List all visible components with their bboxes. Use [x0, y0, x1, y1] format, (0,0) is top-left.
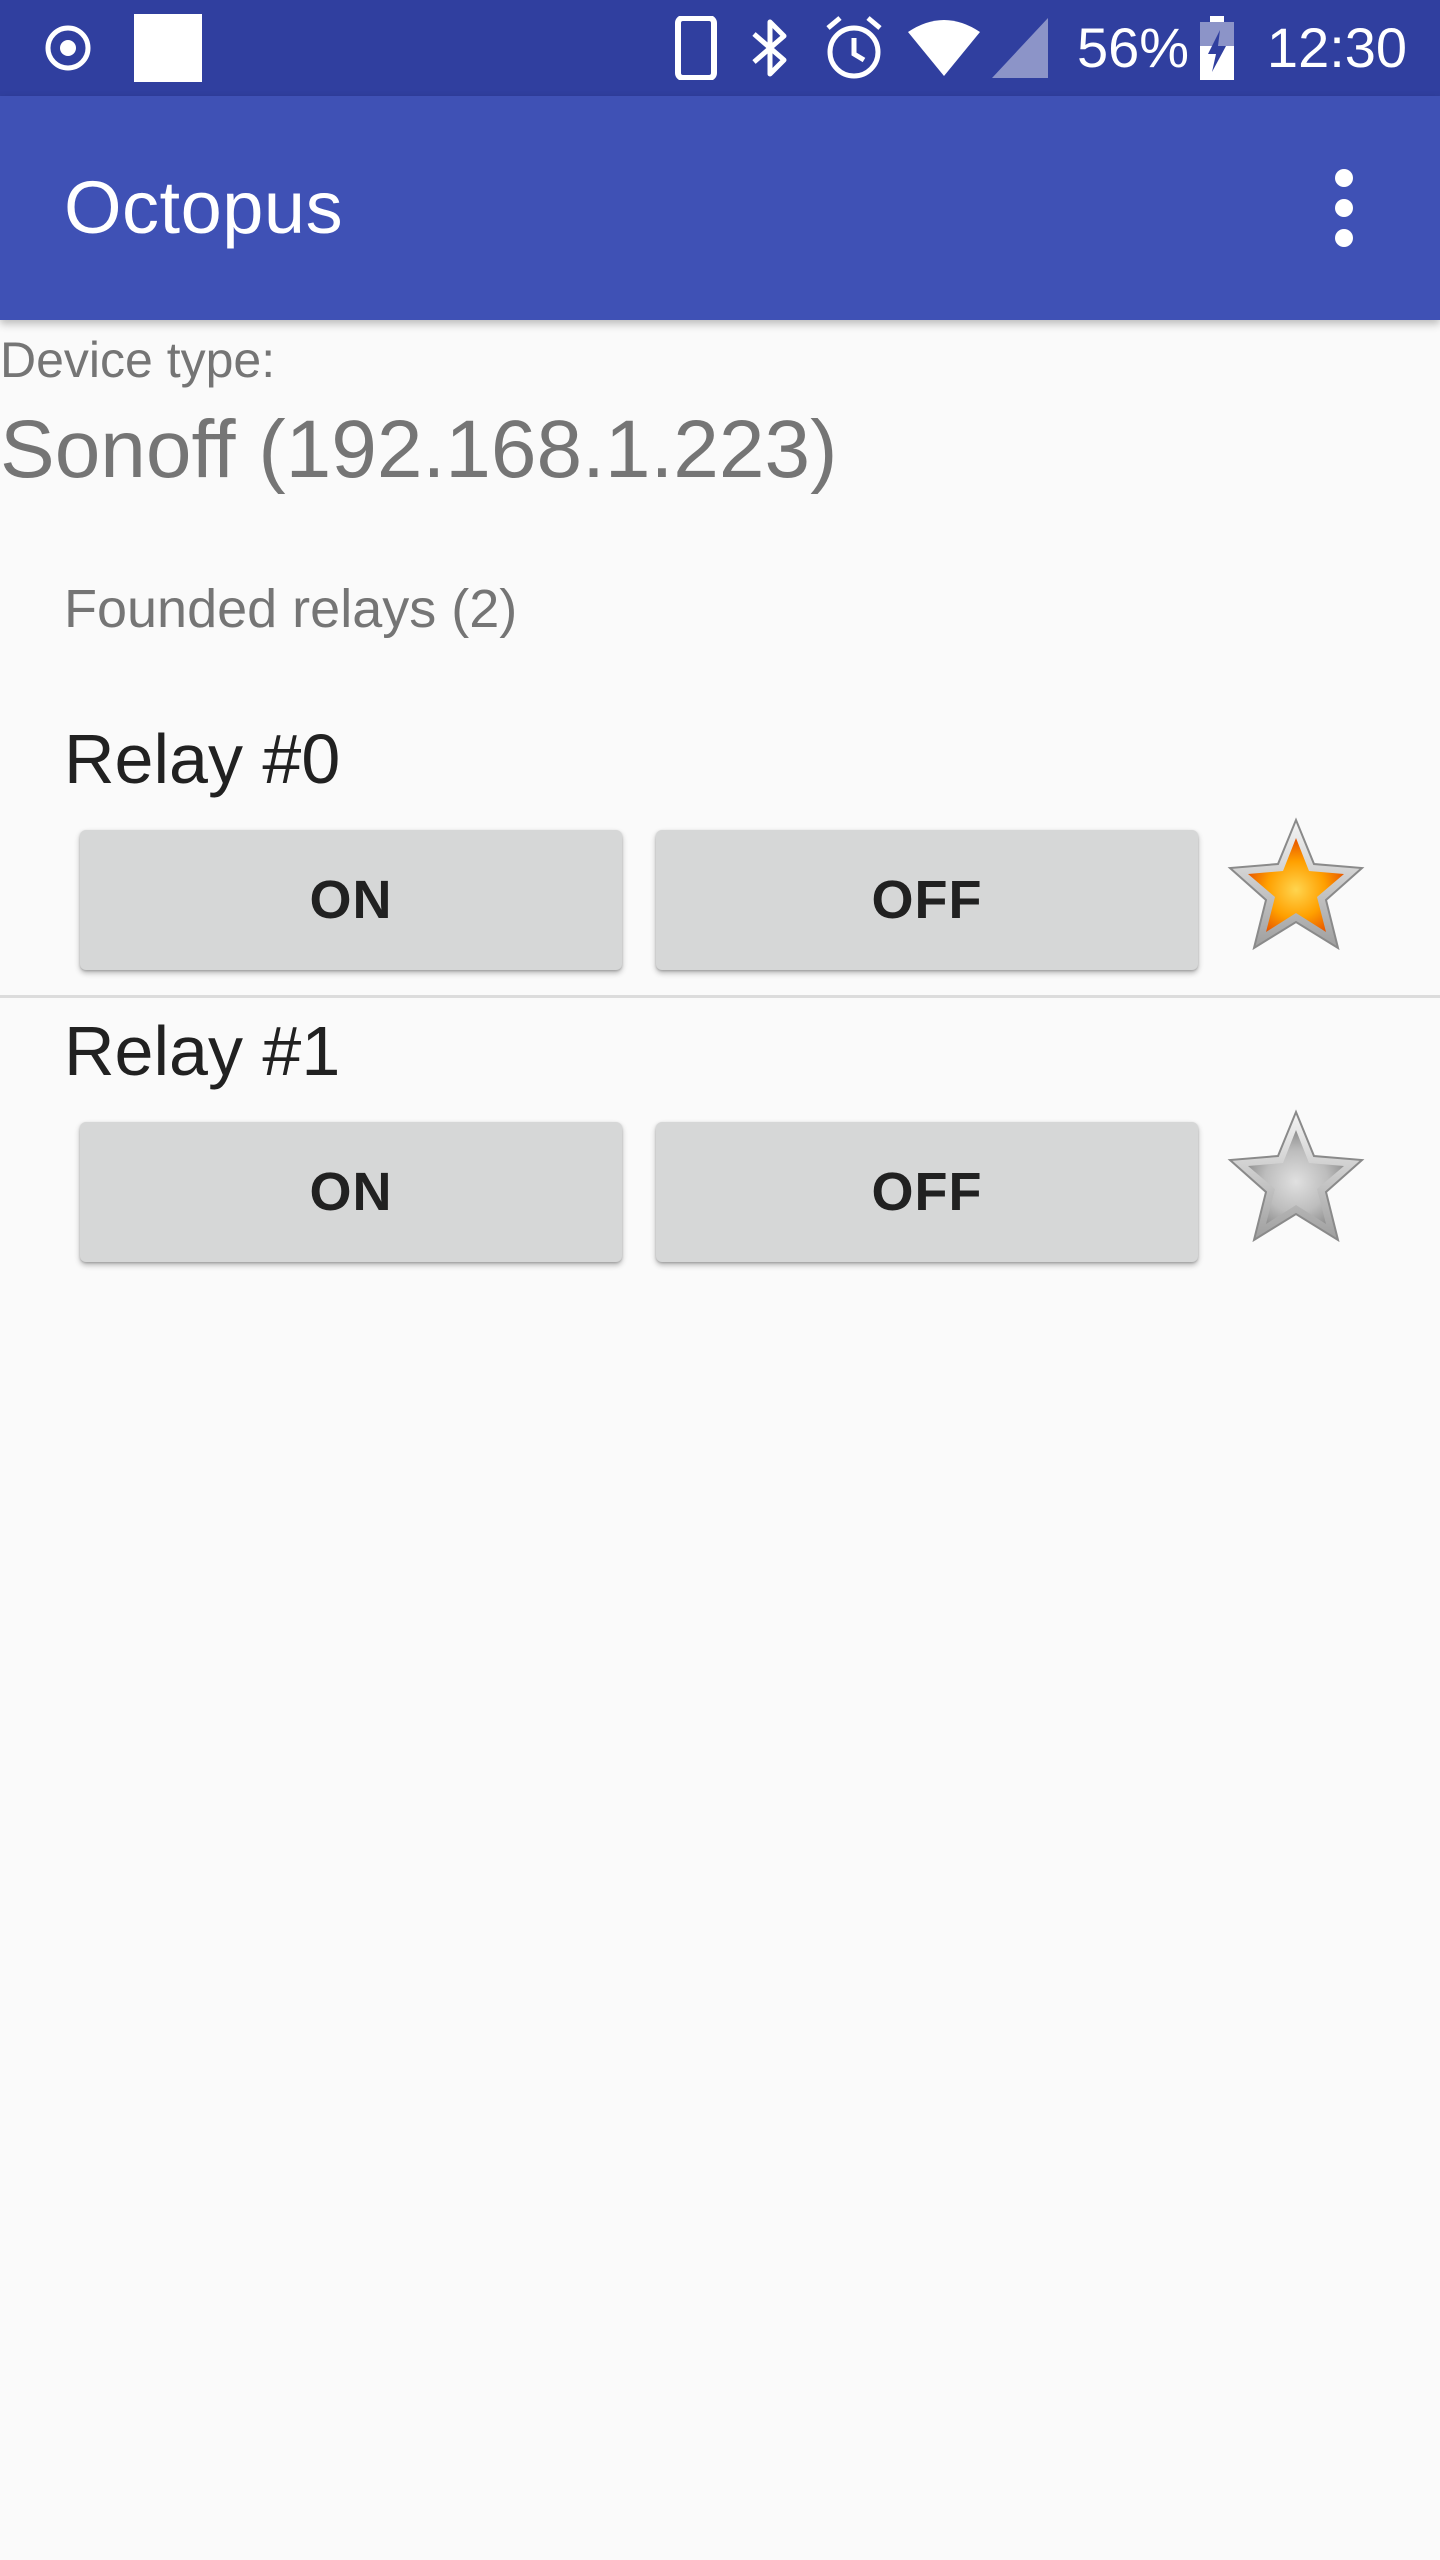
relay-title: Relay #0 — [64, 720, 341, 798]
wifi-icon — [906, 18, 982, 78]
app-title: Octopus — [64, 166, 344, 249]
more-vert-icon[interactable] — [1288, 152, 1400, 264]
favorite-star-icon[interactable] — [1226, 1108, 1366, 1248]
clock: 12:30 — [1266, 16, 1408, 79]
relay-title: Relay #1 — [64, 1012, 341, 1090]
relay-on-button[interactable]: ON — [80, 830, 622, 970]
divider — [0, 995, 1440, 998]
relays-count: Founded relays (2) — [64, 579, 518, 639]
app-bar: Octopus — [0, 96, 1440, 320]
favorite-star-icon[interactable] — [1226, 816, 1366, 956]
alarm-icon — [822, 14, 886, 80]
bluetooth-icon — [748, 16, 792, 80]
status-bar: 56% 12:30 — [0, 0, 1440, 96]
device-name: Sonoff (192.168.1.223) — [0, 404, 838, 495]
relay-on-button[interactable]: ON — [80, 1122, 622, 1262]
record-icon — [44, 24, 92, 72]
relay-off-button[interactable]: OFF — [656, 830, 1198, 970]
relay-off-button[interactable]: OFF — [656, 1122, 1198, 1262]
battery-percent: 56% — [1076, 16, 1190, 79]
signal-icon — [992, 18, 1048, 78]
notification-square-icon — [134, 14, 202, 82]
device-type-label: Device type: — [0, 332, 276, 388]
battery-charging-icon — [1198, 16, 1236, 82]
phone-icon — [674, 16, 718, 80]
